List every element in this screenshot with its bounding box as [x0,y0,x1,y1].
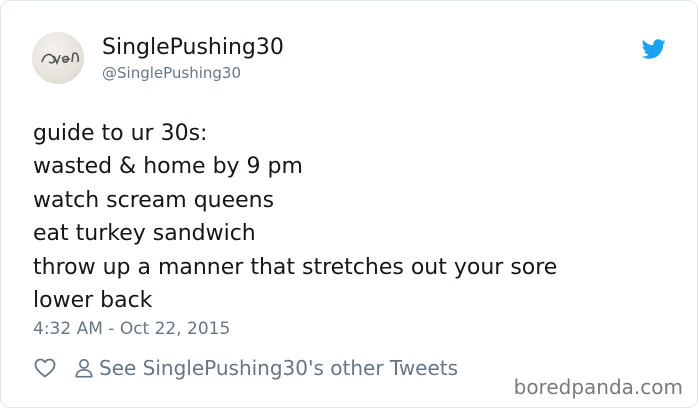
avatar-image [41,52,79,66]
tweet-line: guide to ur 30s: [33,121,208,146]
tweet-timestamp[interactable]: 4:32 AM - Oct 22, 2015 [33,319,230,339]
tweet-line: watch scream queens [33,187,275,213]
twitter-bird-icon[interactable] [642,37,666,61]
tweet-line: eat turkey sandwich [33,221,256,247]
heart-icon[interactable] [33,356,57,380]
tweet-line: lower back [33,288,153,314]
tweet-line: wasted & home by 9 pm [33,154,303,180]
tweet-text: guide to ur 30s: wasted & home by 9 pm w… [33,117,673,317]
display-name[interactable]: SinglePushing30 [102,35,284,61]
user-handle[interactable]: @SinglePushing30 [102,64,241,82]
tweet-card: SinglePushing30 @SinglePushing30 guide t… [0,0,698,408]
watermark: boredpanda.com [513,375,683,399]
tweet-actions: See SinglePushing30's other Tweets [33,356,458,380]
see-other-tweets-link[interactable]: See SinglePushing30's other Tweets [99,356,458,380]
avatar[interactable] [32,32,84,84]
person-icon [75,358,93,378]
tweet-line: throw up a manner that stretches out you… [33,254,558,280]
